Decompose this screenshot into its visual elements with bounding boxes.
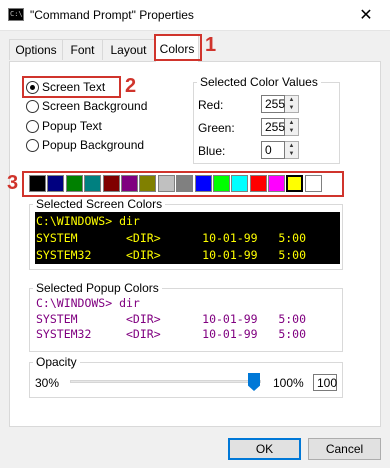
blue-spinner[interactable]: ▲ ▼ [285, 141, 299, 159]
color-swatch[interactable] [249, 175, 267, 192]
tab-font[interactable]: Font [62, 39, 103, 60]
radio-label: Popup Text [42, 119, 102, 133]
radio-button[interactable] [26, 119, 39, 133]
radio-popup-background[interactable]: Popup Background [26, 137, 144, 153]
blue-label: Blue: [198, 144, 226, 158]
callout-number-3: 3 [7, 172, 19, 194]
color-palette [29, 175, 323, 192]
selected-screen-colors-title: Selected Screen Colors [33, 197, 166, 211]
screen-colors-preview: C:\WINDOWS> dir SYSTEM <DIR> 10-01-99 5:0… [35, 212, 340, 264]
color-swatch[interactable] [29, 175, 46, 192]
tab-layout[interactable]: Layout [102, 39, 155, 60]
color-swatch[interactable] [194, 175, 212, 192]
color-swatch[interactable] [286, 175, 304, 192]
green-input[interactable]: 255 [261, 118, 285, 136]
green-spinner[interactable]: ▲ ▼ [285, 118, 299, 136]
color-swatch[interactable] [139, 175, 157, 192]
console-icon: C:\. [8, 8, 24, 21]
colors-tab-highlight [154, 34, 202, 61]
down-arrow-icon[interactable]: ▼ [285, 127, 298, 135]
opacity-input[interactable]: 100 [313, 374, 337, 391]
selected-popup-colors-title: Selected Popup Colors [33, 281, 162, 295]
window-title: "Command Prompt" Properties [30, 8, 194, 22]
preview-line: SYSTEM32 <DIR> 10-01-99 5:00 [36, 248, 307, 262]
color-swatch[interactable] [84, 175, 102, 192]
opacity-min-label: 30% [35, 376, 60, 390]
opacity-max-label: 100% [273, 376, 304, 390]
up-arrow-icon[interactable]: ▲ [285, 142, 298, 150]
radio-button[interactable] [26, 138, 39, 152]
selected-color-values-title: Selected Color Values [197, 75, 321, 89]
radio-button[interactable] [26, 99, 39, 113]
color-swatch[interactable] [212, 175, 230, 192]
color-swatch[interactable] [268, 175, 286, 192]
radio-screen-background[interactable]: Screen Background [26, 98, 147, 114]
color-swatch[interactable] [47, 175, 65, 192]
color-swatch[interactable] [120, 175, 138, 192]
color-swatch[interactable] [157, 175, 175, 192]
preview-line: C:\WINDOWS> dir [36, 296, 140, 310]
ok-button[interactable]: OK [228, 438, 301, 460]
color-swatch[interactable] [231, 175, 249, 192]
down-arrow-icon[interactable]: ▼ [285, 150, 298, 158]
color-swatch[interactable] [176, 175, 194, 192]
radio-label: Popup Background [42, 138, 145, 152]
color-swatch[interactable] [304, 175, 322, 192]
down-arrow-icon[interactable]: ▼ [285, 104, 298, 112]
color-swatch[interactable] [102, 175, 120, 192]
preview-line: C:\WINDOWS> dir [36, 214, 140, 228]
red-spinner[interactable]: ▲ ▼ [285, 95, 299, 113]
green-label: Green: [198, 121, 235, 135]
blue-input[interactable]: 0 [261, 141, 285, 159]
close-button[interactable]: ✕ [342, 0, 390, 31]
screen-text-highlight [22, 76, 121, 98]
red-label: Red: [198, 98, 224, 112]
red-input[interactable]: 255 [261, 95, 285, 113]
opacity-slider-track[interactable] [70, 380, 261, 383]
radio-popup-text[interactable]: Popup Text [26, 118, 102, 134]
preview-line: SYSTEM <DIR> 10-01-99 5:00 [36, 231, 307, 245]
cancel-button[interactable]: Cancel [308, 438, 381, 460]
preview-line: SYSTEM <DIR> 10-01-99 5:00 [36, 311, 307, 326]
callout-number-2: 2 [125, 75, 137, 97]
radio-label: Screen Background [42, 99, 148, 113]
callout-number-1: 1 [205, 34, 217, 56]
up-arrow-icon[interactable]: ▲ [285, 119, 298, 127]
popup-colors-preview: C:\WINDOWS> dir SYSTEM <DIR> 10-01-99 5:0… [35, 295, 340, 347]
up-arrow-icon[interactable]: ▲ [285, 96, 298, 104]
color-swatch[interactable] [65, 175, 83, 192]
opacity-title: Opacity [33, 355, 80, 369]
preview-line: SYSTEM32 <DIR> 10-01-99 5:00 [36, 327, 307, 341]
tab-options[interactable]: Options [9, 39, 63, 60]
